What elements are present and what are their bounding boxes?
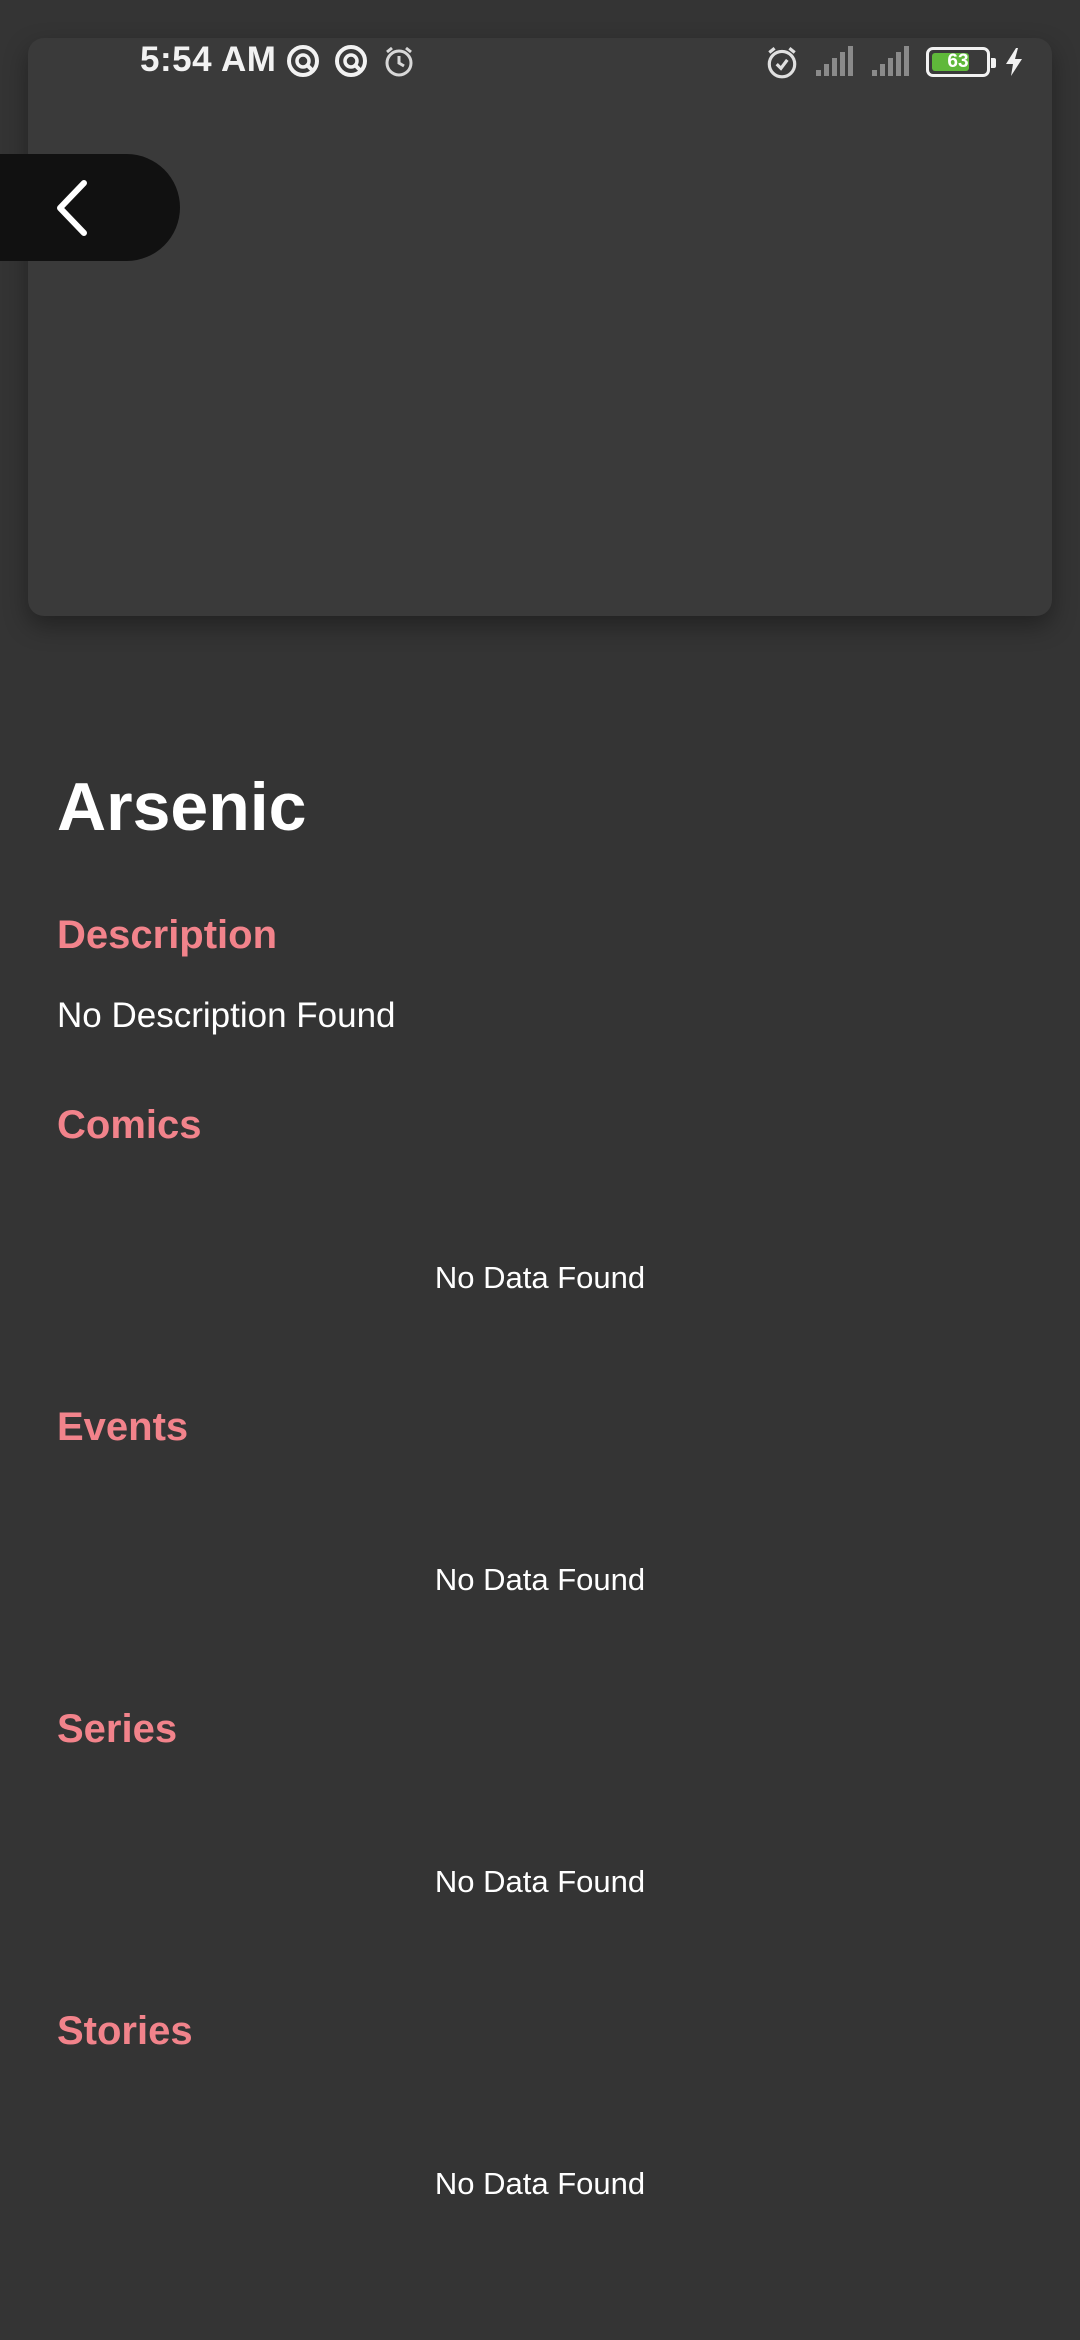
signal-icon — [872, 46, 909, 76]
stories-heading: Stories — [57, 2009, 193, 2053]
series-empty-text: No Data Found — [434, 1864, 646, 1899]
comics-empty-text: No Data Found — [434, 1260, 646, 1295]
stories-empty-text: No Data Found — [434, 2166, 646, 2201]
series-heading: Series — [57, 1707, 178, 1751]
signal-icon — [816, 46, 853, 76]
sync-icon — [335, 45, 367, 77]
status-left-icons — [286, 44, 416, 78]
sync-icon — [287, 45, 319, 77]
events-empty-text: No Data Found — [434, 1562, 646, 1597]
character-name: Arsenic — [57, 769, 307, 845]
status-time: 5:54 AM — [140, 40, 277, 79]
status-bar: 5:54 AM 63 — [0, 0, 1080, 125]
description-text: No Description Found — [57, 996, 396, 1035]
charging-icon — [1006, 48, 1022, 76]
status-right-icons: 63 — [764, 44, 1024, 80]
alarm-icon — [385, 46, 413, 77]
alarm-icon — [767, 46, 797, 79]
back-button[interactable] — [0, 154, 180, 261]
comics-heading: Comics — [57, 1103, 202, 1147]
events-heading: Events — [57, 1405, 189, 1449]
battery-icon: 63 — [926, 47, 996, 77]
chevron-left-icon — [57, 179, 87, 236]
description-heading: Description — [57, 913, 278, 957]
battery-level: 63 — [947, 51, 969, 72]
